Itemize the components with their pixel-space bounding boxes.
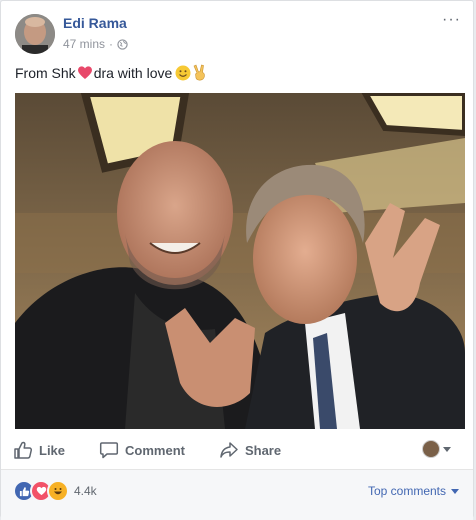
post-as-selector[interactable] <box>422 440 451 458</box>
post-text-part-2: dra with love <box>93 64 173 81</box>
post-card: Edi Rama 47 mins · ··· From Shk dra with… <box>0 0 474 520</box>
meta-separator: · <box>109 37 114 51</box>
top-comments-label: Top comments <box>367 484 446 498</box>
comment-button[interactable]: Comment <box>99 440 185 460</box>
like-button[interactable]: Like <box>13 440 65 460</box>
like-icon <box>14 441 33 459</box>
post-text: From Shk dra with love <box>15 64 208 81</box>
comment-icon <box>99 442 119 459</box>
post-text-part-1: From Shk <box>15 64 76 81</box>
share-icon <box>220 442 238 458</box>
reaction-count: 4.4k <box>74 484 97 498</box>
chevron-down-icon <box>451 488 459 494</box>
action-bar: Like Comment Share <box>13 435 463 465</box>
reaction-summary[interactable]: 4.4k <box>13 480 97 502</box>
post-footer: 4.4k Top comments <box>1 469 473 520</box>
smile-emoji <box>175 65 191 80</box>
chevron-down-icon <box>443 446 451 452</box>
post-time[interactable]: 47 mins <box>63 37 105 51</box>
share-label: Share <box>244 442 282 458</box>
victory-hand-emoji <box>193 64 206 81</box>
heart-emoji <box>77 66 92 79</box>
like-label: Like <box>39 442 66 458</box>
top-comments-dropdown[interactable]: Top comments <box>368 484 459 498</box>
current-user-avatar <box>422 440 440 458</box>
haha-reaction-icon <box>47 480 69 502</box>
globe-icon[interactable] <box>117 38 128 50</box>
post-photo[interactable] <box>15 93 465 429</box>
comment-label: Comment <box>125 442 185 458</box>
avatar[interactable] <box>15 14 55 54</box>
post-meta: 47 mins · <box>63 37 128 51</box>
share-button[interactable]: Share <box>219 440 281 460</box>
more-options-button[interactable]: ··· <box>442 11 461 29</box>
author-name[interactable]: Edi Rama <box>63 15 127 31</box>
